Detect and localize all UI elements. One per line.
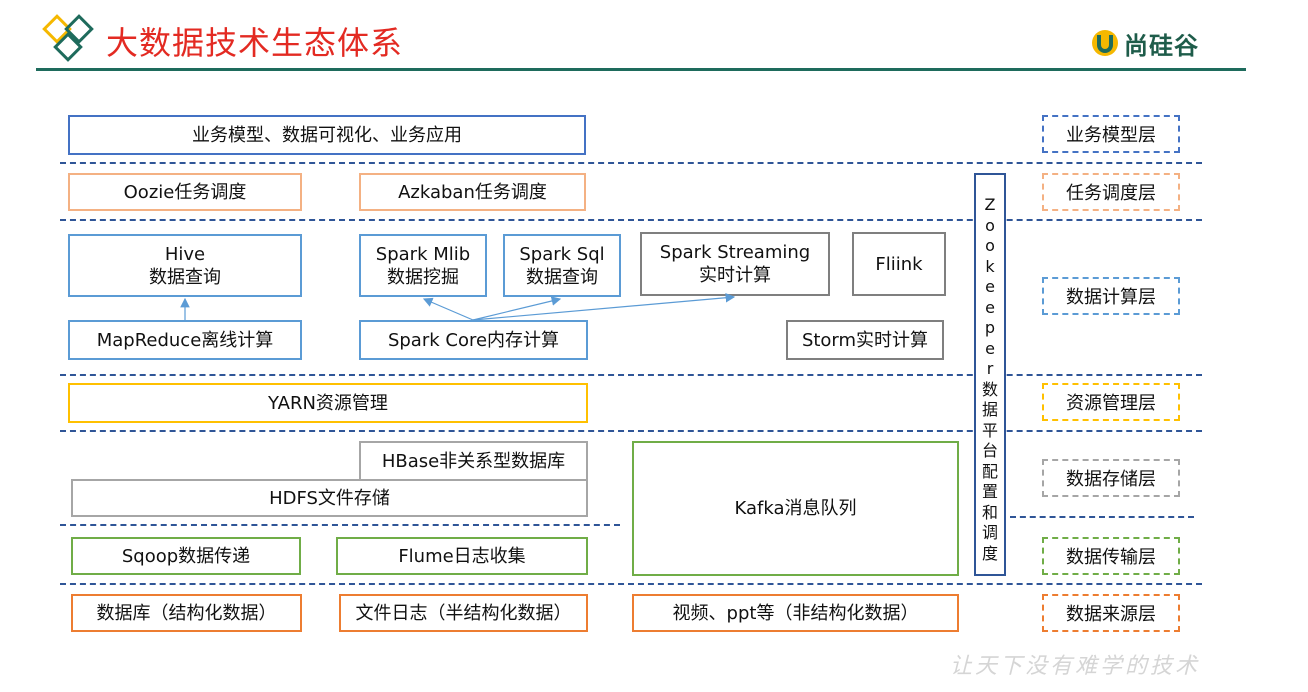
layer-storage-label: 数据存储层 bbox=[1066, 469, 1156, 490]
zookeeper-char: 度 bbox=[981, 543, 998, 563]
layer-scheduling: 任务调度层 bbox=[1042, 173, 1180, 211]
layer-resource: 资源管理层 bbox=[1042, 383, 1180, 421]
layer-business: 业务模型层 bbox=[1042, 115, 1180, 153]
dependency-arrows bbox=[180, 292, 736, 321]
zookeeper-char: 台 bbox=[981, 441, 998, 460]
zookeeper-char: e bbox=[985, 338, 995, 358]
layer-scheduling-label: 任务调度层 bbox=[1066, 183, 1156, 204]
zookeeper-char: e bbox=[985, 297, 995, 317]
layer-compute: 数据计算层 bbox=[1042, 277, 1180, 315]
footer-slogan: 让天下没有难学的技术 bbox=[950, 654, 1201, 679]
zookeeper-char: e bbox=[985, 277, 995, 296]
zookeeper-char: o bbox=[985, 236, 995, 255]
zookeeper-char: 和 bbox=[981, 502, 998, 522]
zookeeper-char: 数 bbox=[981, 379, 998, 399]
zookeeper-char: p bbox=[984, 318, 996, 337]
arrow-sparkcore-to-streaming bbox=[472, 292, 736, 321]
flume-label: Flume日志收集 bbox=[398, 545, 526, 567]
layer-resource-label: 资源管理层 bbox=[1066, 393, 1156, 414]
kafka-label: Kafka消息队列 bbox=[734, 498, 857, 519]
layer-source-label: 数据来源层 bbox=[1066, 604, 1156, 625]
zookeeper-char: r bbox=[986, 359, 994, 378]
zookeeper-label: Z o o k e e p e r 数 据 平 台 配 置 和 调 度 bbox=[982, 195, 998, 564]
hdfs-label: HDFS文件存储 bbox=[269, 487, 390, 509]
zookeeper-char: 据 bbox=[981, 400, 998, 419]
yarn-label: YARN资源管理 bbox=[268, 392, 388, 414]
zookeeper-char: 调 bbox=[981, 523, 998, 542]
arrow-sparkcore-to-sql bbox=[472, 296, 562, 321]
zookeeper-char: 配 bbox=[981, 461, 998, 481]
zookeeper-box: Z o o k e e p e r 数 据 平 台 配 置 和 调 度 bbox=[974, 173, 1006, 576]
yarn-box: YARN资源管理 bbox=[68, 383, 588, 423]
source-database-label: 数据库（结构化数据） bbox=[96, 602, 277, 624]
zookeeper-char: o bbox=[985, 215, 995, 235]
layer-source: 数据来源层 bbox=[1042, 594, 1180, 632]
source-video-box: 视频、ppt等（非结构化数据） bbox=[632, 594, 959, 632]
layer-transport: 数据传输层 bbox=[1042, 537, 1180, 575]
sqoop-box: Sqoop数据传递 bbox=[71, 537, 301, 575]
layer-storage: 数据存储层 bbox=[1042, 459, 1180, 497]
zookeeper-char: Z bbox=[984, 195, 996, 214]
hbase-box: HBase非关系型数据库 bbox=[359, 441, 588, 481]
arrow-sparkcore-to-mllib bbox=[422, 297, 474, 321]
source-filelog-label: 文件日志（半结构化数据） bbox=[355, 602, 572, 624]
layer-business-label: 业务模型层 bbox=[1066, 125, 1156, 146]
source-database-box: 数据库（结构化数据） bbox=[71, 594, 302, 632]
source-filelog-box: 文件日志（半结构化数据） bbox=[339, 594, 588, 632]
layer-compute-label: 数据计算层 bbox=[1066, 287, 1156, 308]
kafka-box: Kafka消息队列 bbox=[632, 441, 959, 576]
layer-transport-label: 数据传输层 bbox=[1066, 547, 1156, 568]
zookeeper-char: 置 bbox=[981, 482, 998, 501]
zookeeper-char: k bbox=[985, 256, 995, 276]
source-video-label: 视频、ppt等（非结构化数据） bbox=[672, 602, 919, 624]
hdfs-box: HDFS文件存储 bbox=[71, 479, 588, 517]
zookeeper-char: 平 bbox=[981, 420, 998, 440]
flume-box: Flume日志收集 bbox=[336, 537, 588, 575]
sqoop-label: Sqoop数据传递 bbox=[121, 545, 251, 567]
hbase-label: HBase非关系型数据库 bbox=[381, 450, 566, 472]
